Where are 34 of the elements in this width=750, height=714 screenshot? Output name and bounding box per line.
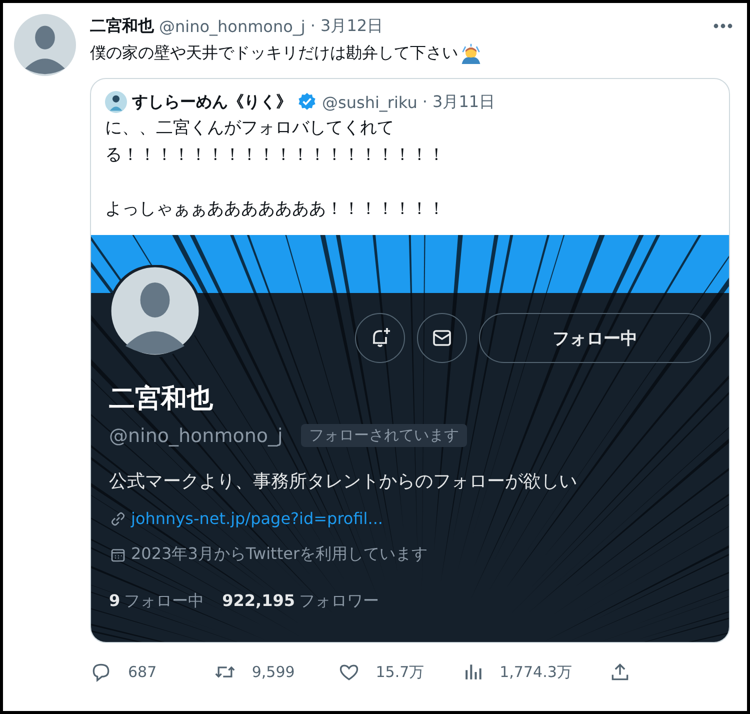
author-name[interactable]: すしらーめん《りく》 [132, 92, 292, 112]
quoted-tweet-text: よっしゃぁぁあああああああ！！！！！！！ [105, 198, 446, 221]
tweet-text: 僕の家の壁や天井でドッキリだけは勘弁して下さい [90, 42, 458, 64]
stat-count[interactable]: 922,195 [222, 591, 296, 612]
profile-name: 二宮和也 [109, 383, 214, 416]
profile-handle: @nino_honmono_j [109, 424, 283, 446]
action-count: 1,774.3万 [500, 662, 572, 682]
author-name[interactable]: 二宮和也 [90, 16, 154, 36]
bowing-person-icon [460, 42, 482, 64]
avatar-icon[interactable] [14, 14, 76, 76]
more-icon[interactable] [713, 23, 733, 29]
follows-you-badge: フォローされています [300, 424, 467, 447]
author-handle[interactable]: @nino_honmono_j [159, 16, 306, 36]
tweet-date[interactable]: · 3月11日 [422, 92, 496, 112]
profile-link[interactable]: johnnys-net.jp/page?id=profil... [131, 509, 383, 528]
action-count: 15.7万 [376, 662, 424, 682]
action-count: 687 [128, 663, 157, 681]
profile-bio: 公式マークより、事務所タレントからのフォローが欲しい [109, 470, 578, 493]
avatar-icon[interactable] [105, 91, 127, 113]
stat-count[interactable]: 9 [109, 591, 120, 612]
joined-date: 2023年3月からTwitterを利用しています [131, 544, 428, 565]
tweet-date[interactable]: · 3月12日 [310, 16, 384, 36]
stat-label[interactable]: フォロー中 [124, 591, 204, 612]
message-button[interactable] [417, 313, 467, 363]
action-count: 9,599 [252, 663, 295, 681]
following-button[interactable]: フォロー中 [479, 313, 711, 363]
avatar-icon [109, 265, 201, 357]
link-icon [109, 510, 127, 528]
reply-icon[interactable] [90, 661, 112, 683]
author-handle[interactable]: @sushi_riku [322, 92, 418, 112]
notification-button[interactable] [355, 313, 405, 363]
stat-label[interactable]: フォロワー [299, 591, 380, 612]
quoted-tweet-text: に、、二宮くんがフォロバしてくれてる！！！！！！！！！！！！！！！！！！！ [105, 117, 446, 167]
quoted-tweet-card[interactable] [90, 78, 730, 643]
